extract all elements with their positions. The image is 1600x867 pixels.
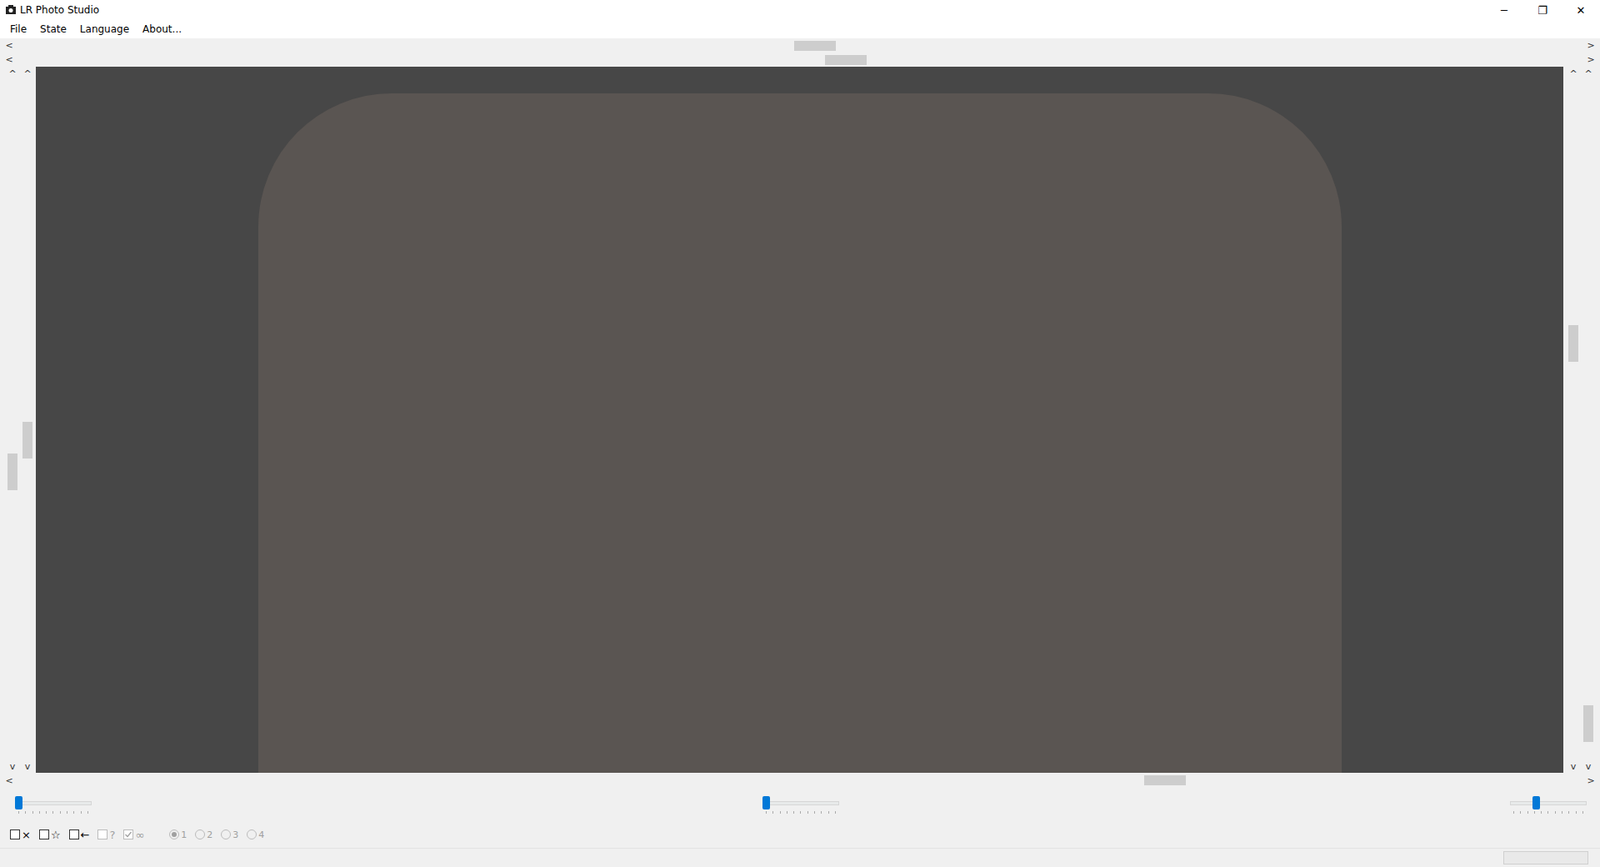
scroll-right-button[interactable]: > (1581, 775, 1600, 786)
checkbox-label: ? (109, 828, 115, 841)
checkbox-label: ∞ (135, 828, 145, 841)
checkbox[interactable]: ∞ (123, 828, 145, 841)
checkbox-label: ☆ (50, 828, 61, 841)
radio-button[interactable]: 3 (220, 829, 239, 840)
menu-item[interactable]: State (33, 23, 74, 35)
scroll-right-button[interactable]: > (1581, 54, 1600, 65)
horizontal-scrollbar[interactable]: <> (0, 772, 1600, 788)
checkbox-label: ← (80, 828, 90, 841)
option-row: × ☆ ←? ∞ 1 2 3 4 (0, 820, 1600, 848)
scroll-thumb[interactable] (22, 421, 33, 459)
scroll-thumb[interactable] (794, 40, 836, 51)
checkbox-box[interactable] (97, 829, 108, 840)
window-control-button[interactable]: ─ (1485, 0, 1524, 20)
left-gutter: ^v^v (0, 66, 36, 773)
radio-circle[interactable] (169, 829, 180, 840)
checkbox[interactable]: × (10, 828, 31, 841)
scroll-thumb[interactable] (825, 55, 867, 65)
scroll-down-button[interactable]: v (1585, 760, 1592, 773)
scroll-right-button[interactable]: > (1581, 40, 1600, 51)
scroll-thumb[interactable] (1144, 775, 1186, 785)
radio-circle[interactable] (195, 829, 205, 840)
slider[interactable] (762, 795, 840, 814)
app-window: LR Photo Studio─❐✕FileStateLanguageAbout… (0, 0, 1600, 867)
radio-label: 4 (258, 829, 265, 840)
title-bar: LR Photo Studio ─❐✕ (0, 0, 1600, 20)
radio-button[interactable]: 4 (246, 829, 265, 840)
horizontal-scrollbar[interactable]: <> (0, 38, 1600, 53)
scroll-up-button[interactable]: ^ (1569, 68, 1577, 80)
radio-label: 1 (180, 829, 187, 840)
menu-item[interactable]: Language (73, 23, 136, 35)
slider-thumb[interactable] (1532, 795, 1540, 810)
model-render (258, 93, 1342, 773)
slider-thumb[interactable] (15, 795, 23, 810)
menu-item[interactable]: About... (135, 23, 189, 35)
slider[interactable] (1510, 795, 1587, 814)
window-control-button[interactable]: ❐ (1523, 0, 1562, 20)
status-field (1503, 850, 1589, 865)
radio-label: 2 (206, 829, 213, 840)
menu-item[interactable]: File (3, 23, 34, 35)
3d-viewport[interactable] (35, 66, 1564, 773)
scroll-down-button[interactable]: v (10, 760, 16, 773)
right-gutter: ^v^v (1563, 66, 1600, 773)
horizontal-scrollbar[interactable]: <> (0, 52, 1600, 67)
scroll-left-button[interactable]: < (0, 54, 19, 65)
radio-label: 3 (232, 829, 239, 840)
checkbox[interactable]: ☆ (39, 828, 61, 841)
app-logo-icon (5, 4, 17, 16)
vertical-scrollbar[interactable]: ^v (20, 68, 35, 773)
scroll-up-button[interactable]: ^ (23, 68, 31, 80)
radio-circle[interactable] (246, 829, 257, 840)
menu-bar: FileStateLanguageAbout... (0, 20, 1600, 39)
scroll-thumb[interactable] (1568, 325, 1579, 362)
checkbox-box[interactable] (69, 829, 80, 840)
scroll-up-button[interactable]: ^ (1584, 68, 1592, 80)
radio-button[interactable]: 1 (169, 829, 187, 840)
scroll-thumb[interactable] (7, 453, 18, 490)
scroll-left-button[interactable]: < (0, 775, 19, 786)
radio-circle[interactable] (220, 829, 231, 840)
scroll-left-button[interactable]: < (0, 40, 19, 51)
scroll-down-button[interactable]: v (1570, 760, 1577, 773)
check-icon (124, 830, 133, 839)
slider-thumb[interactable] (762, 795, 770, 810)
checkbox-box[interactable] (123, 829, 134, 840)
main-area: ^v^v^v^v (0, 66, 1600, 773)
vertical-scrollbar[interactable]: ^v (1566, 68, 1580, 773)
checkbox[interactable]: ? (97, 828, 115, 841)
window-title: LR Photo Studio (20, 4, 100, 16)
vertical-scrollbar[interactable]: ^v (5, 68, 20, 773)
slider-row (0, 787, 1600, 821)
checkbox[interactable]: ← (69, 828, 90, 841)
slider[interactable] (15, 795, 92, 814)
vertical-scrollbar[interactable]: ^v (1581, 68, 1595, 773)
radio-button[interactable]: 2 (195, 829, 213, 840)
window-control-button[interactable]: ✕ (1561, 0, 1600, 20)
checkbox-label: × (21, 828, 31, 841)
scroll-thumb[interactable] (1583, 705, 1594, 742)
scroll-down-button[interactable]: v (25, 760, 31, 773)
checkbox-box[interactable] (39, 829, 50, 840)
status-bar (0, 847, 1600, 867)
checkbox-box[interactable] (10, 829, 20, 840)
scroll-up-button[interactable]: ^ (8, 68, 16, 80)
